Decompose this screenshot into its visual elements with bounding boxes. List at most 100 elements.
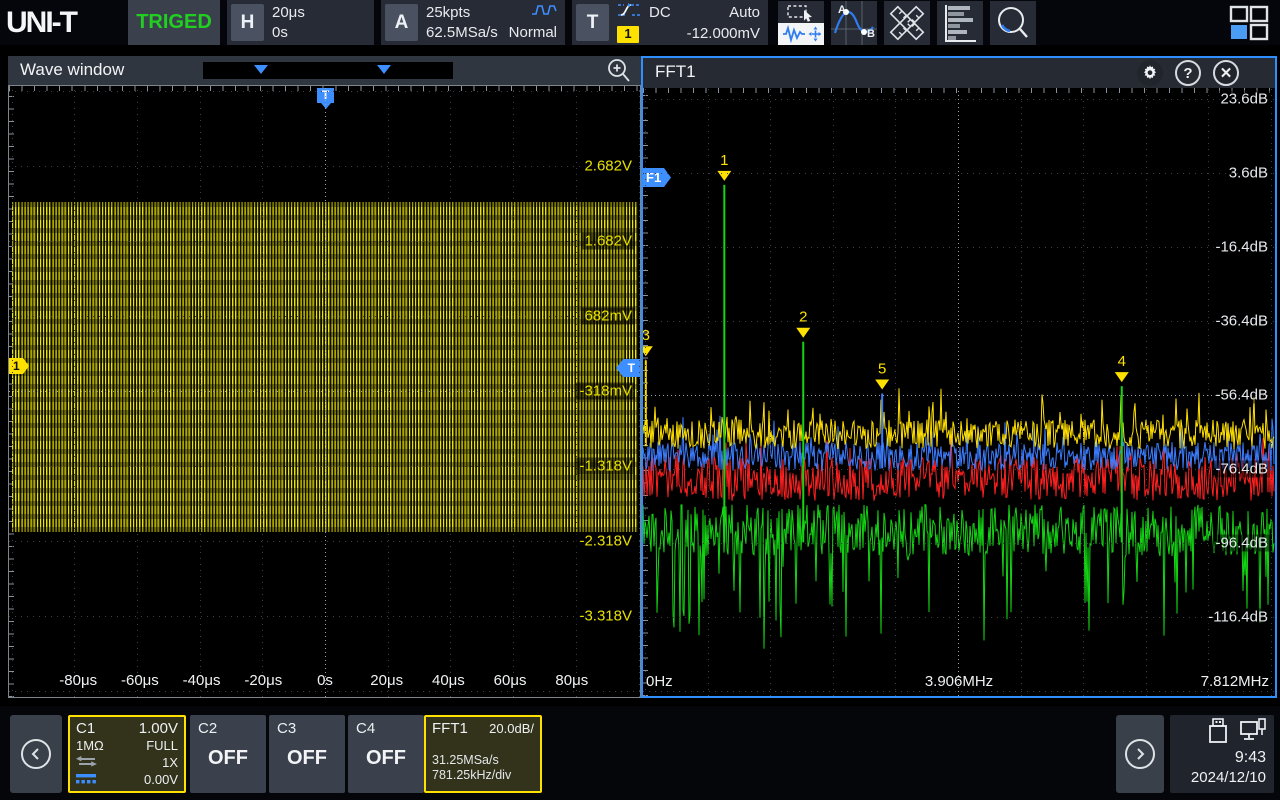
scroll-left-button[interactable] xyxy=(10,715,62,793)
bottom-bar: C11.00V 1MΩFULL 1X 0.00V C2OFFC3OFFC4OF xyxy=(0,706,1280,800)
cursor-ab-icon: A B xyxy=(831,1,877,45)
voltage-scale-label: -3.318V xyxy=(576,608,635,625)
svg-text:A: A xyxy=(838,4,846,16)
grid-line xyxy=(9,691,640,692)
trigger-sweep-value: Auto xyxy=(729,4,760,22)
minimap-marker-right[interactable] xyxy=(377,65,391,74)
time-scale-label: 40μs xyxy=(432,672,465,689)
measure-tool-button[interactable] xyxy=(884,1,930,45)
question-mark-icon: ? xyxy=(1183,65,1192,82)
selection-rect-icon xyxy=(778,1,824,23)
scroll-right-button[interactable] xyxy=(1116,715,1164,793)
channel-tile-c3[interactable]: C3 OFF xyxy=(269,715,345,793)
trigger-section[interactable]: T DC Auto 1 -1 xyxy=(572,0,768,45)
channel-label: C4 xyxy=(356,720,375,737)
noise-floor-yellow xyxy=(643,388,1274,449)
channel1-waveform-trace xyxy=(12,202,638,532)
peak-marker-number: 4 xyxy=(1118,353,1126,370)
trigger-level-value: -12.000mV xyxy=(687,25,760,43)
peak-marker-icon xyxy=(643,346,653,356)
trigger-coupling-value: DC xyxy=(649,4,671,22)
search-tool-button[interactable] xyxy=(990,1,1036,45)
channel-tile-c2[interactable]: C2OFF xyxy=(190,715,266,793)
time-scale-label: 60μs xyxy=(494,672,527,689)
horizontal-key: H xyxy=(231,4,264,41)
brand-logo: UNI-T xyxy=(0,0,128,45)
statistics-tool-button[interactable] xyxy=(937,1,983,45)
clock-time: 9:43 xyxy=(1178,747,1266,769)
horizontal-minimap-bar[interactable] xyxy=(203,62,453,79)
grid-line xyxy=(639,86,640,697)
usb-device-icon xyxy=(1208,718,1228,749)
noise-floor-red xyxy=(643,435,1274,501)
channel-state: OFF xyxy=(277,747,337,770)
bar-stats-icon xyxy=(937,1,983,45)
db-scale-label: -36.4dB xyxy=(1213,313,1270,330)
db-scale-label: -76.4dB xyxy=(1213,461,1270,478)
dc-coupling-icon xyxy=(76,754,98,771)
peak-marker-number: 5 xyxy=(878,361,886,378)
c1-probe: 1X xyxy=(162,754,178,771)
wave-plot-area[interactable]: T 1 T 2.682V1.682V682mV-318mV-1.318V-2.3… xyxy=(8,85,641,698)
voltage-scale-label: 682mV xyxy=(581,308,635,325)
db-scale-label: -16.4dB xyxy=(1213,239,1270,256)
acquire-section[interactable]: A 25kpts 62.5MSa/s Normal xyxy=(381,0,565,45)
time-scale-label: 20μs xyxy=(370,672,403,689)
fft-tile-sample-rate: 31.25MSa/s xyxy=(432,753,534,768)
db-scale-label: 23.6dB xyxy=(1218,91,1270,108)
noise-floor-green xyxy=(643,505,1274,649)
fft-window-header: FFT1 ? ✕ xyxy=(643,58,1275,88)
channel-tile-c4[interactable]: C4 OFF xyxy=(348,715,424,793)
trigger-position-flag[interactable]: T xyxy=(317,88,334,103)
voltage-scale-label: -2.318V xyxy=(576,533,635,550)
bandwidth-limit-icon xyxy=(76,771,96,788)
toolbar: A B xyxy=(778,0,1036,45)
time-scale-label: 80μs xyxy=(555,672,588,689)
horizontal-offset-value: 0s xyxy=(272,24,288,42)
window-layout-button[interactable] xyxy=(1226,1,1272,45)
grid-line xyxy=(9,616,640,617)
grid-line xyxy=(9,166,640,167)
voltage-scale-label: 1.682V xyxy=(581,233,635,250)
db-scale-label: -116.4dB xyxy=(1206,609,1270,626)
channel-state: OFF xyxy=(356,747,416,770)
fft-settings-button[interactable] xyxy=(1137,60,1163,86)
lan-remote-icon xyxy=(1240,718,1266,749)
zoom-in-icon[interactable] xyxy=(605,57,633,85)
minimap-marker-left[interactable] xyxy=(254,65,268,74)
time-scale-label: -80μs xyxy=(59,672,97,689)
peak-marker-number: 1 xyxy=(720,152,728,169)
voltage-scale-label: -1.318V xyxy=(576,458,635,475)
memory-depth-value: 25kpts xyxy=(426,4,470,22)
waveform-select-tool-button[interactable] xyxy=(778,1,824,45)
system-status-tile[interactable]: 9:43 2024/12/10 xyxy=(1170,715,1274,793)
horizontal-section[interactable]: H 20μs 0s xyxy=(227,0,374,45)
fft-tile-scale: 20.0dB/ xyxy=(489,720,534,737)
channel-tile-c1[interactable]: C11.00V 1MΩFULL 1X 0.00V xyxy=(68,715,186,793)
cursor-tool-button[interactable]: A B xyxy=(831,1,877,45)
time-scale-label: 0s xyxy=(317,672,333,689)
fft-tile-label: FFT1 xyxy=(432,720,468,737)
fft-close-button[interactable]: ✕ xyxy=(1213,60,1239,86)
chevron-right-icon xyxy=(1125,739,1155,769)
fft-help-button[interactable]: ? xyxy=(1175,60,1201,86)
measure-rulers-icon xyxy=(884,1,930,45)
fft-tile[interactable]: FFT120.0dB/ 31.25MSa/s 781.25kHz/div xyxy=(424,715,542,793)
c1-scale: 1.00V xyxy=(139,720,178,737)
channel-state: OFF xyxy=(198,747,258,770)
voltage-scale-label: 2.682V xyxy=(581,158,635,175)
trigger-source-badge: 1 xyxy=(617,26,639,43)
search-icon xyxy=(990,1,1036,45)
wave-window-title: Wave window xyxy=(20,60,124,80)
svg-text:B: B xyxy=(867,28,875,40)
time-scale-label: -40μs xyxy=(183,672,221,689)
frequency-scale-label: 7.812MHz xyxy=(1201,673,1269,690)
channel-label: C3 xyxy=(277,720,296,737)
grid-layout-icon xyxy=(1229,5,1269,41)
frequency-scale-label: 3.906MHz xyxy=(925,673,993,690)
db-scale-label: 3.6dB xyxy=(1227,165,1270,182)
trigger-key: T xyxy=(576,4,609,41)
grid-line xyxy=(9,541,640,542)
fft-plot-area[interactable]: 12345 F1 23.6dB3.6dB-16.4dB-36.4dB-56.4d… xyxy=(643,88,1275,696)
db-scale-label: -96.4dB xyxy=(1213,535,1270,552)
